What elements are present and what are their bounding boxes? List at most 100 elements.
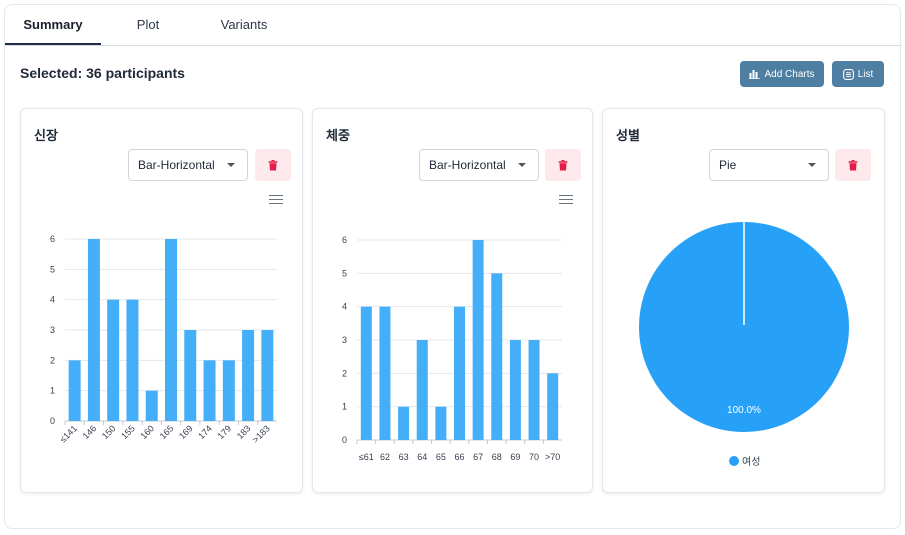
x-tick-label: 165 — [158, 423, 176, 441]
bar — [528, 340, 540, 440]
y-tick-label: 4 — [342, 302, 347, 312]
y-tick-label: 6 — [342, 235, 347, 245]
chart-type-select[interactable]: Bar-Horizontal — [128, 149, 248, 181]
chart-type-value: Bar-Horizontal — [138, 158, 215, 172]
x-tick-label: 69 — [510, 452, 520, 462]
bar — [379, 306, 391, 440]
y-tick-label: 3 — [342, 335, 347, 345]
selected-participants-text: Selected: 36 participants — [20, 65, 185, 81]
bar — [184, 330, 197, 421]
y-tick-label: 0 — [50, 416, 55, 426]
tab-plot[interactable]: Plot — [101, 5, 195, 45]
y-tick-label: 4 — [50, 295, 55, 305]
x-tick-label: 63 — [399, 452, 409, 462]
bar — [261, 330, 274, 421]
x-tick-label: 68 — [492, 452, 502, 462]
tab-summary[interactable]: Summary — [5, 5, 101, 45]
pie-data-label: 100.0% — [727, 405, 761, 416]
legend-marker — [729, 455, 739, 466]
bar — [242, 330, 255, 421]
bar — [435, 406, 447, 440]
bar — [165, 239, 177, 421]
x-tick-label: 65 — [436, 452, 446, 462]
card-title: 체중 — [326, 129, 350, 144]
delete-chart-button[interactable] — [545, 149, 581, 181]
list-icon — [842, 68, 854, 80]
x-tick-label: 150 — [100, 423, 118, 441]
chevron-down-icon — [808, 163, 816, 167]
bar — [547, 373, 559, 440]
bar — [126, 299, 139, 421]
x-tick-label: 155 — [119, 423, 137, 441]
chart-card-height: 신장 Bar-Horizontal 0 1 2 3 4 5 6 ≤141 146 150 155 16… — [20, 108, 303, 493]
trash-icon — [848, 159, 858, 170]
x-tick-label: ≤141 — [58, 423, 79, 444]
bar — [222, 360, 235, 421]
x-tick-label: 160 — [138, 423, 156, 441]
bar — [472, 240, 484, 440]
bar — [87, 239, 100, 421]
hamburger-menu-icon[interactable] — [269, 195, 283, 205]
hamburger-menu-icon[interactable] — [559, 195, 573, 205]
y-tick-label: 1 — [342, 402, 347, 412]
bar — [509, 340, 521, 440]
x-tick-label: 174 — [196, 423, 214, 441]
y-tick-label: 2 — [342, 368, 347, 378]
list-label: List — [857, 68, 874, 80]
chart-type-select[interactable]: Pie — [709, 149, 829, 181]
x-tick-label: 146 — [81, 423, 99, 441]
tab-variants[interactable]: Variants — [195, 5, 293, 45]
sex-pie-chart: 100.0% — [639, 222, 849, 432]
chart-type-value: Pie — [719, 158, 737, 172]
card-title: 신장 — [34, 129, 58, 144]
weight-bar-chart: 0 1 2 3 4 5 6 ≤61 62 63 64 65 66 67 68 69 70 >70 — [342, 235, 562, 462]
x-tick-label: >183 — [250, 423, 271, 444]
x-tick-label: 66 — [454, 452, 464, 462]
bar — [491, 273, 503, 440]
bar-chart-icon — [749, 70, 761, 79]
chart-type-value: Bar-Horizontal — [429, 158, 506, 172]
bar — [398, 406, 410, 440]
bar — [145, 390, 158, 421]
y-tick-label: 1 — [50, 386, 55, 396]
add-charts-button[interactable]: Add Charts — [740, 61, 824, 87]
bar — [360, 306, 372, 440]
x-tick-label: 62 — [380, 452, 390, 462]
delete-chart-button[interactable] — [835, 149, 871, 181]
card-title: 성별 — [616, 129, 640, 144]
trash-icon — [268, 159, 278, 170]
x-tick-label: ≤61 — [359, 452, 374, 462]
add-charts-label: Add Charts — [764, 68, 815, 80]
x-tick-label: 64 — [417, 452, 427, 462]
tab-bar: Summary Plot Variants — [5, 5, 902, 46]
delete-chart-button[interactable] — [255, 149, 291, 181]
x-tick-label: 169 — [177, 423, 195, 441]
active-tab-indicator — [5, 43, 101, 45]
x-tick-label: >70 — [545, 452, 560, 462]
y-tick-label: 0 — [342, 435, 347, 445]
chart-card-sex: 성별 Pie 100.0% 여성 — [602, 108, 885, 493]
x-tick-label: 67 — [473, 452, 483, 462]
bar — [203, 360, 216, 421]
y-tick-label: 5 — [342, 268, 347, 278]
bar — [107, 299, 120, 421]
chevron-down-icon — [518, 163, 526, 167]
x-tick-label: 70 — [529, 452, 539, 462]
list-button[interactable]: List — [832, 61, 884, 87]
x-tick-label: 179 — [216, 423, 234, 441]
bar — [68, 360, 81, 421]
y-tick-label: 5 — [50, 264, 55, 274]
bar — [416, 340, 428, 440]
y-tick-label: 3 — [50, 325, 55, 335]
trash-icon — [558, 159, 568, 170]
summary-panel: Summary Plot Variants Selected: 36 parti… — [4, 4, 902, 529]
height-bar-chart: 0123456≤141 146 150 155 160 165 169 174 179 183>1… — [50, 234, 277, 445]
y-tick-label: 6 — [50, 234, 55, 244]
bar — [454, 306, 465, 440]
legend-label: 여성 — [742, 457, 761, 468]
pie-legend[interactable]: 여성 — [729, 453, 760, 468]
chart-card-weight: 체중 Bar-Horizontal 0 1 2 3 4 5 6 ≤61 62 63 64 65 66 67… — [312, 108, 593, 493]
y-tick-label: 2 — [50, 355, 55, 365]
chevron-down-icon — [227, 163, 235, 167]
chart-type-select[interactable]: Bar-Horizontal — [419, 149, 539, 181]
